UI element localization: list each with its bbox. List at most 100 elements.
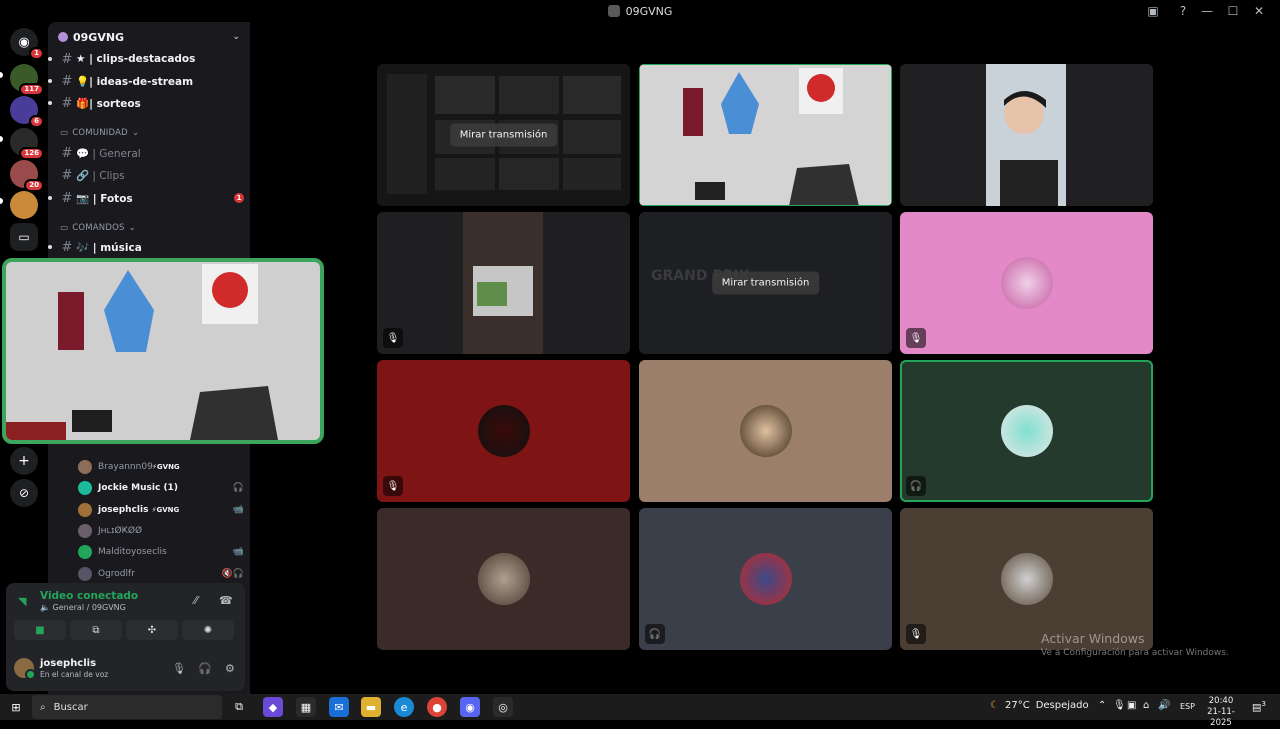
minimize-button[interactable]: —	[1194, 4, 1220, 18]
chrome-app[interactable]: ●	[427, 697, 447, 717]
channel-fotos[interactable]: # 📷 | Fotos 1	[48, 188, 244, 208]
discord-app[interactable]: ◉	[460, 697, 480, 717]
voice-channel-path[interactable]: 🔈 General / 09GVNG	[40, 603, 126, 612]
noise-suppression-icon[interactable]: ⁄⁄	[194, 594, 198, 607]
unread-dot	[48, 57, 52, 61]
headphones-icon[interactable]: 🎧	[198, 662, 212, 675]
watch-stream-button[interactable]: Mirar transmisión	[449, 123, 558, 147]
member-name: Malditoyoseclis	[98, 547, 167, 557]
channel-general[interactable]: # 💬 | General	[58, 143, 244, 163]
category-icon: ▭	[60, 223, 69, 233]
avatar[interactable]	[14, 658, 36, 680]
help-icon[interactable]: ?	[1175, 3, 1191, 19]
picture-in-picture-video[interactable]	[2, 258, 324, 444]
category-comunidad[interactable]: ▭ COMUNIDAD ⌄	[60, 128, 139, 138]
video-tile-10[interactable]	[377, 508, 630, 650]
guild-header[interactable]: 09GVNG ⌄	[48, 22, 250, 52]
microphone-icon[interactable]: 🎙	[172, 662, 186, 675]
activities-button[interactable]: ✣	[126, 620, 178, 640]
avatar	[78, 524, 92, 538]
notification-count: 3	[1261, 700, 1266, 708]
server-icon-3[interactable]: 126	[10, 128, 44, 160]
category-label: COMANDOS	[72, 223, 125, 233]
muted-mic-icon: 🎙	[906, 328, 926, 348]
server-badge: 20	[24, 179, 44, 192]
video-tile-6[interactable]: 🎙	[900, 212, 1153, 354]
video-tile-11[interactable]: 🎧	[639, 508, 892, 650]
explore-button[interactable]: ⊘	[10, 479, 38, 507]
tray-overflow-icon[interactable]: ⌃	[1098, 700, 1106, 711]
task-view-button[interactable]: ⧉	[229, 697, 249, 717]
mute-deafen-icon: 🔇🎧	[221, 569, 244, 579]
copilot-app[interactable]: ◆	[263, 697, 283, 717]
microphone-tray-icon[interactable]: 🎙	[1113, 700, 1126, 711]
twitch-icon: ▭	[18, 230, 30, 244]
video-tile-8[interactable]	[639, 360, 892, 502]
channel-clips-destacados[interactable]: # ★ | clips-destacados	[48, 49, 244, 69]
search-placeholder: Buscar	[53, 701, 88, 713]
compass-icon: ⊘	[18, 486, 30, 500]
voice-member[interactable]: Ogrodlfr 🔇🎧	[78, 565, 244, 583]
channel-label: 💡| ideas-de-stream	[76, 75, 194, 88]
settings-gear-icon[interactable]: ⚙	[225, 662, 235, 675]
soundboard-button[interactable]: ✺	[182, 620, 234, 640]
voice-member[interactable]: Brayannn09 ⚡GVNG	[78, 458, 244, 476]
watermark-subtitle: Ve a Configuración para activar Windows.	[1041, 648, 1229, 658]
discord-icon: ◉	[465, 700, 475, 714]
member-tag: ⚡GVNG	[152, 463, 180, 471]
edge-app[interactable]: e	[394, 697, 414, 717]
server-icon-2[interactable]: 6	[10, 96, 44, 128]
windows-start-button[interactable]: ⊞	[6, 697, 26, 717]
video-tile-7[interactable]: 🎙	[377, 360, 630, 502]
chevron-down-icon: ⌄	[232, 32, 240, 42]
unread-dot	[48, 79, 52, 83]
voice-member[interactable]: josephclis ⚡GVNG 📹	[78, 501, 244, 519]
taskbar-clock[interactable]: 20:40 21-11-2025	[1198, 696, 1244, 729]
disconnect-icon[interactable]: ☎	[219, 594, 233, 607]
screen-share-button[interactable]: ⧉	[70, 620, 122, 640]
video-tile-9[interactable]: 🎧	[900, 360, 1153, 502]
obs-app[interactable]: ◎	[493, 697, 513, 717]
channel-sorteos[interactable]: # 🎁| sorteos	[48, 93, 244, 113]
network-icon[interactable]: ⌂	[1143, 700, 1149, 711]
discord-home-button[interactable]: ◉ 1	[10, 28, 44, 60]
store-app[interactable]: ▦	[296, 697, 316, 717]
twitch-server-icon[interactable]: ▭	[10, 223, 38, 251]
taskbar-search[interactable]: ⌕ Buscar	[32, 695, 222, 719]
channel-clips[interactable]: # 🔗 | Clips	[58, 165, 244, 185]
video-tile-3[interactable]	[900, 64, 1153, 206]
server-icon-4[interactable]: 20	[10, 160, 44, 192]
signal-icon[interactable]: ◥	[18, 595, 26, 608]
add-server-button[interactable]: +	[10, 447, 38, 475]
server-icon-1[interactable]: 117	[10, 64, 44, 96]
voice-member[interactable]: Jockie Music (1) 🎧	[78, 479, 244, 497]
muted-mic-icon: 🎙	[383, 328, 403, 348]
stream-tile-1[interactable]: Mirar transmisión	[377, 64, 630, 206]
server-badge: 117	[19, 83, 44, 96]
channel-ideas-de-stream[interactable]: # 💡| ideas-de-stream	[48, 71, 244, 91]
category-comandos[interactable]: ▭ COMANDOS ⌄	[60, 223, 136, 233]
close-button[interactable]: ✕	[1246, 4, 1272, 18]
outlook-app[interactable]: ✉	[329, 697, 349, 717]
weather-widget[interactable]: ☾ 27°C Despejado	[990, 700, 1089, 711]
camera-button[interactable]: ■	[14, 620, 66, 640]
maximize-button[interactable]: ☐	[1220, 4, 1246, 18]
voice-member[interactable]: JʜʟɪØҜØØ	[78, 522, 244, 540]
obs-icon: ◎	[498, 700, 508, 714]
watch-stream-button[interactable]: Mirar transmisión	[711, 271, 820, 295]
inbox-icon[interactable]: ▣	[1145, 3, 1161, 19]
language-indicator[interactable]: ESP	[1180, 702, 1195, 711]
video-tile-2[interactable]	[639, 64, 892, 206]
server-icon-5[interactable]	[10, 191, 38, 219]
video-tile-4[interactable]: 🎙	[377, 212, 630, 354]
volume-icon[interactable]: 🔊	[1158, 700, 1170, 711]
video-tile-12[interactable]: 🎙	[900, 508, 1153, 650]
notifications-icon[interactable]: ▤3	[1252, 700, 1266, 713]
camera-tray-icon[interactable]: ▣	[1127, 700, 1136, 711]
file-explorer-app[interactable]: ▬	[361, 697, 381, 717]
voice-member[interactable]: Malditoyoseclis 📹	[78, 543, 244, 561]
user-name[interactable]: josephclis	[40, 658, 96, 669]
channel-label: 🎶 | música	[76, 241, 142, 254]
channel-musica[interactable]: # 🎶 | música	[48, 237, 244, 257]
stream-tile-5[interactable]: GRAND PRIX Mirar transmisión	[639, 212, 892, 354]
